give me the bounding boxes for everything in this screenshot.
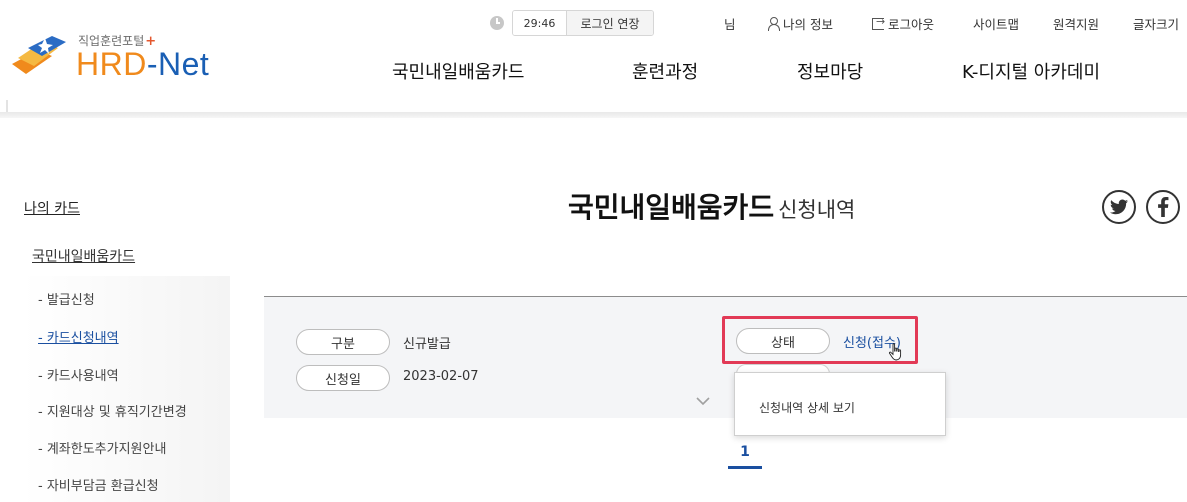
remote-support-link[interactable]: 원격지원	[1053, 14, 1099, 33]
clock-icon	[490, 16, 504, 30]
sitemap-link[interactable]: 사이트맵	[973, 14, 1019, 33]
session-bar: 29:46 로그인 연장	[490, 10, 654, 36]
session-time: 29:46	[513, 11, 567, 35]
date-label: 신청일	[296, 365, 390, 391]
logo-wordmark: HRD-Net	[76, 46, 210, 82]
nav-item-k-digital[interactable]: K-디지털 아카데미	[962, 58, 1100, 84]
hrd-net-logo[interactable]: 직업훈련포털+ HRD-Net	[8, 28, 218, 84]
extend-login-button[interactable]: 로그인 연장	[567, 11, 653, 35]
sidebar-item-refund[interactable]: - 자비부담금 환급신청	[38, 475, 159, 494]
user-name-suffix: 님	[724, 17, 736, 32]
nav-item-info[interactable]: 정보마당	[797, 58, 863, 84]
nav-item-courses[interactable]: 훈련과정	[632, 58, 698, 84]
page-number-current[interactable]: 1	[728, 444, 762, 460]
header-divider	[0, 112, 1187, 118]
hand-cursor-icon	[889, 343, 902, 361]
facebook-share-button[interactable]	[1146, 190, 1180, 224]
sidebar-title[interactable]: 나의 카드	[24, 198, 80, 218]
person-icon	[768, 17, 780, 31]
logout-icon	[872, 15, 885, 30]
detail-tooltip: 신청내역 상세 보기	[734, 372, 946, 436]
chevron-down-icon[interactable]	[696, 394, 710, 408]
session-timer: 29:46 로그인 연장	[512, 10, 654, 36]
sidebar-item-apply[interactable]: - 발급신청	[38, 289, 95, 308]
logo-emblem-icon	[12, 36, 66, 74]
sidebar-item-application-history[interactable]: - 카드신청내역	[38, 327, 119, 346]
sidebar-panel	[22, 276, 230, 502]
twitter-share-button[interactable]	[1102, 190, 1136, 224]
page-current-indicator	[728, 466, 762, 469]
sidebar-section-card[interactable]: 국민내일배움카드	[32, 246, 135, 266]
page-title: 국민내일배움카드 신청내역	[568, 191, 856, 224]
nav-item-card[interactable]: 국민내일배움카드	[392, 58, 524, 84]
page-subtitle: 신청내역	[778, 198, 856, 222]
type-label: 구분	[296, 329, 390, 355]
font-size-control[interactable]: 글자크기	[1133, 14, 1179, 33]
my-info-link[interactable]: 나의 정보	[768, 14, 833, 33]
logout-link[interactable]: 로그아웃	[872, 14, 934, 33]
facebook-icon	[1158, 197, 1169, 217]
tooltip-text: 신청내역 상세 보기	[759, 401, 855, 415]
twitter-icon	[1110, 199, 1128, 215]
date-value: 2023-02-07	[403, 369, 479, 384]
sidebar-item-account-limit[interactable]: - 계좌한도추가지원안내	[38, 438, 166, 457]
sidebar-item-usage-history[interactable]: - 카드사용내역	[38, 365, 119, 384]
sidebar-item-eligibility-change[interactable]: - 지원대상 및 휴직기간변경	[38, 401, 187, 420]
type-value: 신규발급	[403, 337, 451, 352]
